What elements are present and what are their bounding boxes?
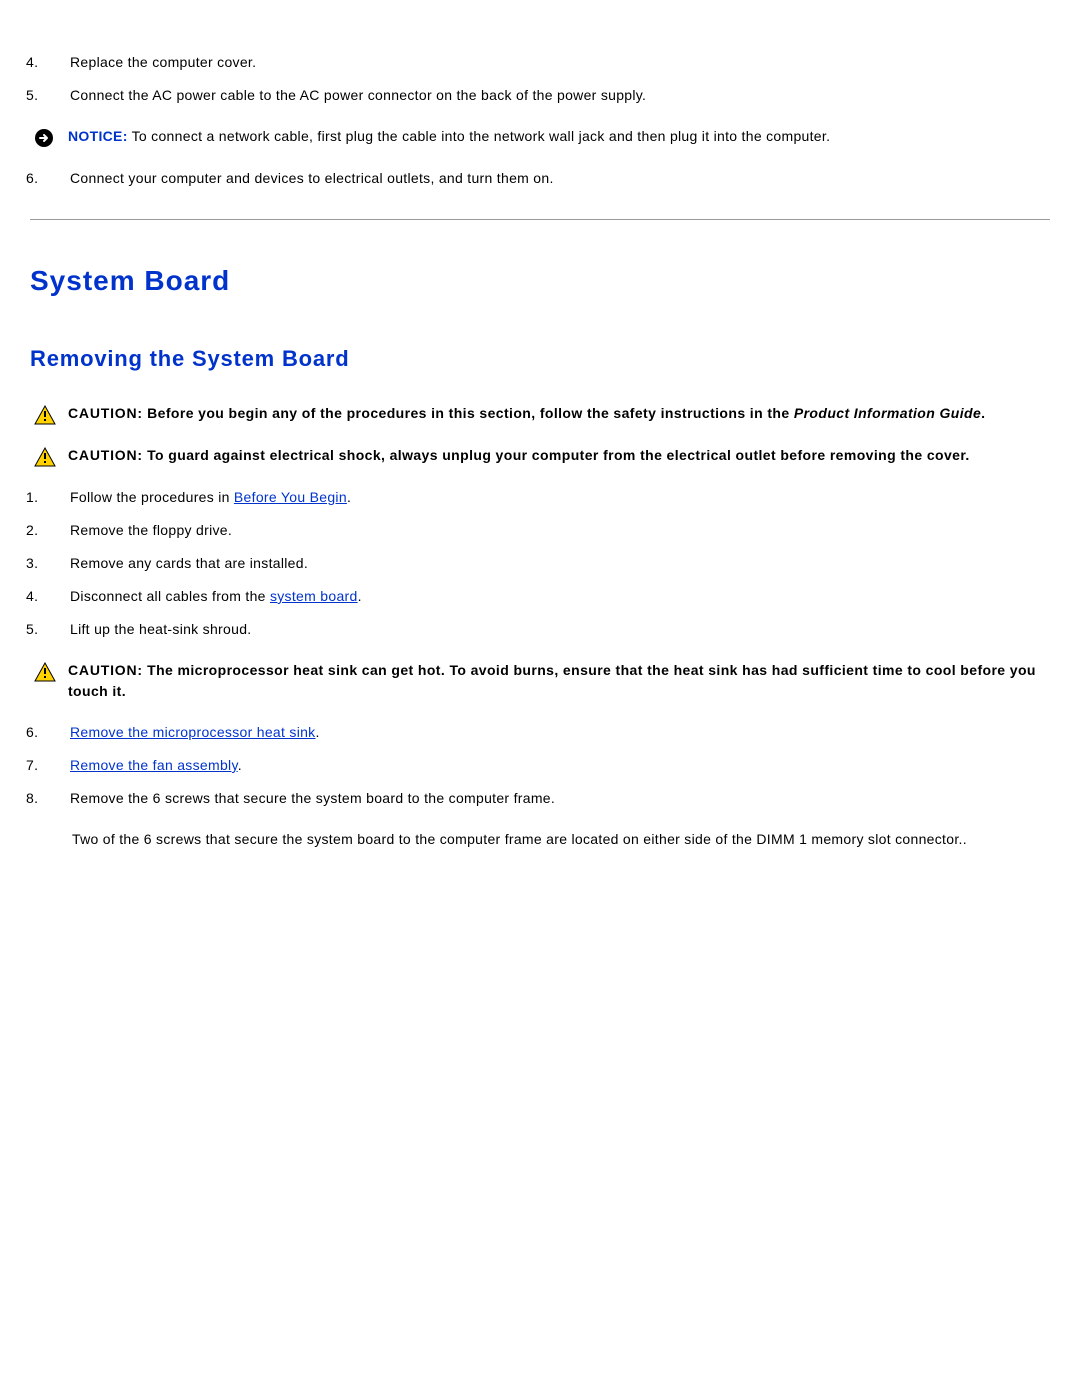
caution-text: CAUTION: The microprocessor heat sink ca…: [68, 660, 1050, 702]
notice-icon: [34, 126, 68, 148]
top-step-list-2: 6.Connect your computer and devices to e…: [30, 168, 1050, 189]
caution-callout: CAUTION: To guard against electrical sho…: [30, 445, 1050, 467]
subsection-heading: Removing the System Board: [30, 342, 1050, 375]
list-item: 4.Disconnect all cables from the system …: [50, 586, 1050, 607]
top-step-list-1: 4.Replace the computer cover. 5.Connect …: [30, 52, 1050, 106]
dimm-note: Two of the 6 screws that secure the syst…: [72, 829, 1032, 850]
list-item: 8.Remove the 6 screws that secure the sy…: [50, 788, 1050, 809]
before-you-begin-link[interactable]: Before You Begin: [234, 489, 347, 505]
list-item: 1.Follow the procedures in Before You Be…: [50, 487, 1050, 508]
notice-callout: NOTICE: To connect a network cable, firs…: [30, 126, 1050, 148]
document-body: 4.Replace the computer cover. 5.Connect …: [30, 52, 1050, 850]
list-item: 3.Remove any cards that are installed.: [50, 553, 1050, 574]
list-item: 5.Lift up the heat-sink shroud.: [50, 619, 1050, 640]
remove-fan-assembly-link[interactable]: Remove the fan assembly: [70, 757, 238, 773]
caution-callout: CAUTION: Before you begin any of the pro…: [30, 403, 1050, 425]
list-item: 7.Remove the fan assembly.: [50, 755, 1050, 776]
system-board-link[interactable]: system board: [270, 588, 358, 604]
list-item: 4.Replace the computer cover.: [50, 52, 1050, 73]
list-item: 2.Remove the floppy drive.: [50, 520, 1050, 541]
section-heading: System Board: [30, 260, 1050, 302]
caution-icon: [34, 403, 68, 425]
end-step-list: 6.Remove the microprocessor heat sink. 7…: [30, 722, 1050, 809]
caution-text: CAUTION: Before you begin any of the pro…: [68, 403, 1050, 424]
caution-callout: CAUTION: The microprocessor heat sink ca…: [30, 660, 1050, 702]
caution-icon: [34, 660, 68, 682]
notice-text: NOTICE: To connect a network cable, firs…: [68, 126, 1050, 147]
caution-text: CAUTION: To guard against electrical sho…: [68, 445, 1050, 466]
list-item: 5.Connect the AC power cable to the AC p…: [50, 85, 1050, 106]
remove-heat-sink-link[interactable]: Remove the microprocessor heat sink: [70, 724, 316, 740]
list-item: 6.Connect your computer and devices to e…: [50, 168, 1050, 189]
list-item: 6.Remove the microprocessor heat sink.: [50, 722, 1050, 743]
section-divider: [30, 219, 1050, 220]
mid-step-list: 1.Follow the procedures in Before You Be…: [30, 487, 1050, 640]
caution-icon: [34, 445, 68, 467]
